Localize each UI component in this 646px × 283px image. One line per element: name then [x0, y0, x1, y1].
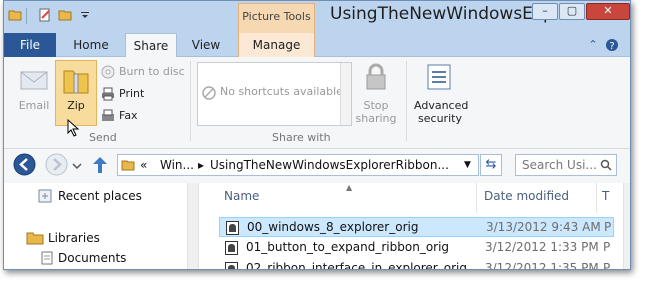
content-area: Recent places Libraries Documents ▲ Name… [4, 183, 630, 270]
properties-icon[interactable] [38, 8, 52, 22]
file-type: P [603, 261, 611, 270]
zip-folder-icon [63, 70, 89, 94]
column-divider[interactable] [596, 183, 597, 213]
advanced-security-label-1[interactable]: Advanced [414, 99, 468, 112]
column-header-type[interactable]: T [602, 189, 609, 203]
sort-arrow-icon: ▲ [346, 183, 353, 192]
picture-file-icon [225, 262, 238, 269]
ribbon-share: Email Zip Burn to disc Print Fax Send No… [4, 57, 630, 149]
nav-pane-scrollbar[interactable] [187, 183, 199, 269]
file-date: 3/12/2012 1:33 PM [485, 240, 599, 254]
file-row[interactable]: 01_button_to_expand_ribbon_orig 3/12/201… [219, 238, 614, 258]
address-dropdown-icon[interactable]: ▼ [464, 160, 471, 170]
file-list: ▲ Name Date modified T 00_windows_8_expl… [199, 183, 630, 270]
advanced-security-label-2[interactable]: security [414, 112, 466, 125]
search-icon [600, 159, 612, 171]
qat-dropdown-icon[interactable] [78, 8, 92, 22]
email-button[interactable]: Email [16, 99, 52, 112]
file-type: P [603, 240, 611, 254]
burn-disc-icon [101, 65, 115, 79]
advanced-security-icon [427, 64, 451, 90]
help-icon[interactable]: ? [605, 38, 619, 52]
refresh-button[interactable]: ⇆ [480, 154, 502, 176]
zip-label: Zip [67, 99, 85, 112]
group-separator [406, 61, 407, 141]
column-header-date[interactable]: Date modified [484, 189, 569, 203]
qat-separator [26, 8, 27, 24]
close-button[interactable]: ✕ [586, 3, 630, 20]
ribbon-tabs: File Home Share View Manage ⌃ ? [4, 33, 630, 58]
file-type: P [604, 220, 612, 234]
maximize-button[interactable]: ▢ [559, 3, 585, 20]
file-name: 01_button_to_expand_ribbon_orig [246, 240, 450, 254]
no-entry-icon [202, 86, 216, 100]
forward-button[interactable] [45, 153, 68, 176]
back-button[interactable] [13, 153, 36, 176]
nav-item-documents[interactable]: Documents [58, 251, 126, 265]
column-divider[interactable] [476, 183, 477, 213]
file-name: 02_ribbon_interface_in_explorer_orig [246, 261, 467, 270]
tab-home[interactable]: Home [66, 33, 116, 57]
folder-icon [121, 160, 135, 171]
group-separator [190, 61, 191, 141]
tab-manage[interactable]: Manage [238, 33, 315, 57]
libraries-icon [26, 232, 44, 245]
ribbon-collapse-icon[interactable]: ⌃ [586, 38, 600, 52]
burn-to-disc-button[interactable]: Burn to disc [119, 65, 185, 78]
tab-view[interactable]: View [184, 33, 228, 57]
search-input[interactable]: Search Usi... [515, 154, 617, 176]
breadcrumb-item[interactable]: Win... [160, 158, 194, 172]
address-bar-row: « Win... ▸ UsingTheNewWindowsExplorerRib… [4, 149, 630, 183]
file-date: 3/13/2012 9:43 AM [486, 220, 601, 234]
recent-locations-chevron-icon[interactable] [72, 161, 82, 171]
column-header-name[interactable]: Name [224, 189, 259, 203]
minimize-button[interactable]: – [532, 3, 558, 20]
nav-item-libraries[interactable]: Libraries [48, 231, 100, 245]
breadcrumb-overflow[interactable]: « [140, 158, 147, 172]
address-input[interactable]: « Win... ▸ UsingTheNewWindowsExplorerRib… [117, 154, 479, 176]
stop-sharing-label-1[interactable]: Stop [358, 99, 394, 112]
svg-text:?: ? [609, 41, 614, 52]
gallery-scrollbar[interactable] [340, 63, 351, 125]
documents-icon [41, 251, 53, 265]
search-placeholder: Search Usi... [522, 158, 597, 172]
nav-item-recent-places[interactable]: Recent places [58, 189, 142, 203]
stop-sharing-label-2[interactable]: sharing [354, 112, 398, 125]
share-with-group-label: Share with [272, 131, 331, 144]
fax-button[interactable]: Fax [119, 109, 138, 122]
send-group-label: Send [89, 131, 117, 144]
explorer-window: Picture Tools UsingTheNewWindowsExplor –… [3, 0, 631, 270]
new-folder-icon[interactable] [58, 8, 72, 22]
navigation-pane: Recent places Libraries Documents [4, 183, 187, 269]
file-row[interactable]: 02_ribbon_interface_in_explorer_orig 3/1… [219, 259, 614, 270]
title-bar: Picture Tools UsingTheNewWindowsExplor –… [4, 1, 630, 33]
up-arrow-icon[interactable] [92, 156, 108, 174]
email-icon [20, 71, 48, 90]
picture-tools-header: Picture Tools [238, 3, 315, 33]
tab-share[interactable]: Share [125, 33, 177, 58]
folder-icon[interactable] [8, 8, 22, 22]
print-button[interactable]: Print [119, 87, 144, 100]
file-name: 00_windows_8_explorer_orig [247, 220, 419, 234]
recent-places-icon [38, 189, 52, 203]
tab-file[interactable]: File [4, 33, 56, 57]
share-with-gallery[interactable]: No shortcuts available [197, 62, 352, 126]
lock-icon [366, 63, 386, 90]
zip-button[interactable]: Zip [55, 60, 97, 126]
fax-icon [102, 109, 114, 121]
file-date: 3/12/2012 1:35 PM [485, 261, 599, 270]
picture-file-icon [226, 221, 239, 235]
breadcrumb-item[interactable]: UsingTheNewWindowsExplorerRibbon... [210, 158, 449, 172]
file-row[interactable]: 00_windows_8_explorer_orig 3/13/2012 9:4… [219, 217, 614, 237]
no-shortcuts-text: No shortcuts available [220, 85, 343, 98]
file-list-scrollbar[interactable] [623, 183, 630, 269]
picture-file-icon [225, 241, 238, 255]
breadcrumb-arrow-icon[interactable]: ▸ [198, 158, 204, 172]
print-icon [102, 87, 114, 101]
mouse-cursor-icon [67, 119, 80, 137]
